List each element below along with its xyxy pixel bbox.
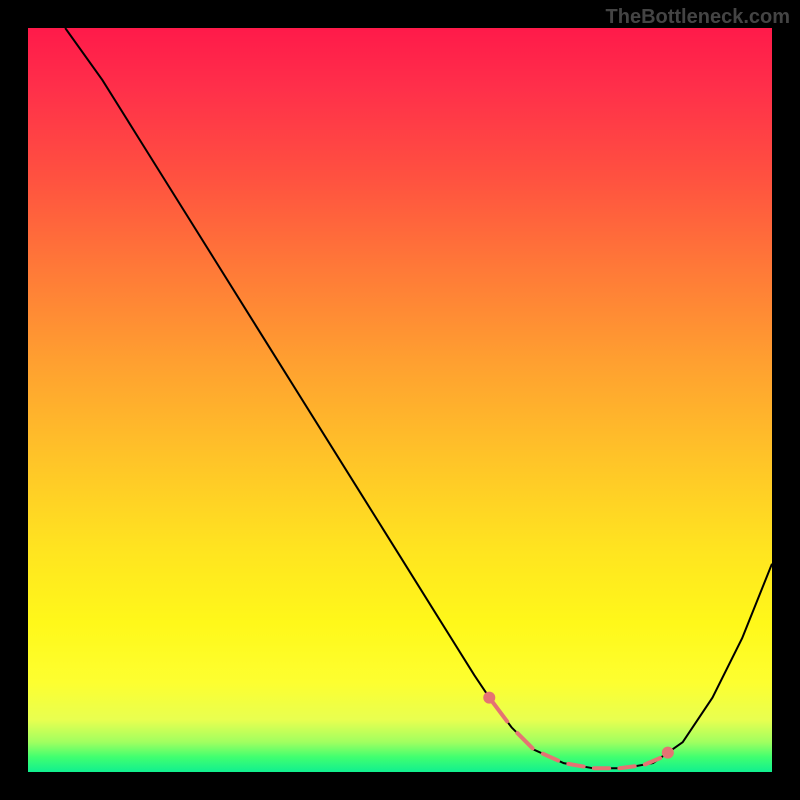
chart-area	[28, 28, 772, 772]
curve-marker-dash	[543, 754, 558, 761]
curve-marker-dot	[662, 747, 674, 759]
watermark-text: TheBottleneck.com	[606, 6, 790, 29]
chart-svg	[28, 28, 772, 772]
curve-marker-dash	[619, 766, 634, 768]
highlight-markers	[483, 692, 674, 769]
curve-marker-dash	[568, 764, 583, 767]
curve-marker-dash	[492, 701, 507, 721]
bottleneck-curve	[65, 28, 772, 768]
curve-marker-dash	[517, 733, 532, 748]
